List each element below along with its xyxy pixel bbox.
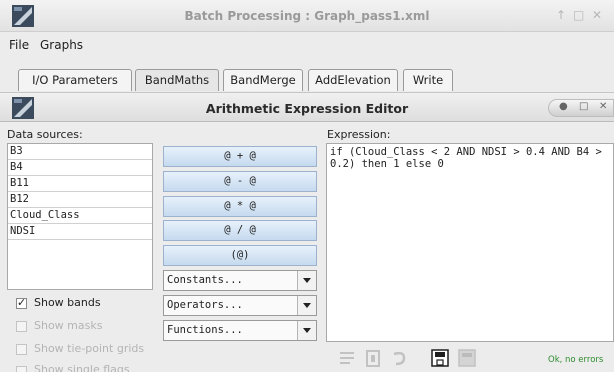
expression-editor[interactable]: if (Cloud_Class < 2 AND NDSI > 0.4 AND B… [326, 143, 614, 342]
data-source-item[interactable]: B12 [8, 192, 152, 208]
chevron-down-icon [303, 303, 311, 308]
divide-operator-button[interactable]: @ / @ [163, 220, 317, 241]
show-masks-label: Show masks [34, 319, 103, 332]
subtract-operator-button[interactable]: @ - @ [163, 171, 317, 192]
chevron-down-icon [303, 328, 311, 333]
expression-text[interactable]: if (Cloud_Class < 2 AND NDSI > 0.4 AND B… [330, 146, 612, 170]
tab-bandmerge[interactable]: BandMerge [223, 69, 303, 91]
add-operator-button[interactable]: @ + @ [163, 146, 317, 167]
tab-addelevation[interactable]: AddElevation [308, 69, 398, 91]
dialog-window-controls: ● □ ✕ [548, 99, 614, 117]
load-expression-icon[interactable] [458, 349, 476, 367]
align-text-icon[interactable] [338, 349, 356, 367]
operators-dropdown-label: Operators... [167, 299, 243, 311]
data-source-item[interactable]: B3 [8, 144, 152, 160]
functions-dropdown[interactable]: Functions... [163, 320, 317, 341]
data-source-item[interactable]: Cloud_Class [8, 208, 152, 224]
menu-bar: File Graphs [0, 33, 614, 57]
data-sources-list: B3 B4 B11 B12 Cloud_Class NDSI [7, 143, 153, 290]
tab-bandmaths[interactable]: BandMaths [135, 69, 219, 91]
menu-graphs[interactable]: Graphs [40, 38, 83, 52]
multiply-operator-button[interactable]: @ * @ [163, 196, 317, 217]
show-single-flags-checkbox[interactable] [16, 366, 27, 372]
paste-icon[interactable] [364, 349, 382, 367]
tab-io-parameters[interactable]: I/O Parameters [18, 69, 132, 91]
undo-icon[interactable] [390, 349, 408, 367]
functions-dropdown-label: Functions... [167, 324, 243, 336]
window-maximize-icon[interactable]: □ [573, 8, 584, 22]
status-text: Ok, no errors [548, 355, 604, 365]
chevron-down-icon [303, 278, 311, 283]
dialog-pin-icon[interactable]: ● [559, 101, 568, 112]
show-single-flags-label: Show single flags [34, 363, 130, 372]
show-masks-checkbox[interactable] [16, 321, 27, 332]
show-tie-point-grids-checkbox[interactable] [16, 344, 27, 355]
expression-label: Expression: [327, 128, 391, 141]
window-title-bar: Batch Processing : Graph_pass1.xml ↑ □ ✕ [0, 0, 614, 32]
constants-dropdown[interactable]: Constants... [163, 270, 317, 291]
dialog-title: Arithmetic Expression Editor [205, 101, 409, 116]
dialog-maximize-icon[interactable]: □ [579, 101, 588, 112]
data-source-item[interactable]: NDSI [8, 224, 152, 240]
tab-bar: I/O Parameters BandMaths BandMerge AddEl… [18, 69, 614, 91]
window-title: Batch Processing : Graph_pass1.xml [184, 9, 430, 23]
constants-dropdown-label: Constants... [167, 274, 243, 286]
tab-write[interactable]: Write [403, 69, 453, 91]
data-source-item[interactable]: B11 [8, 176, 152, 192]
window-pin-icon[interactable]: ↑ [556, 8, 566, 22]
show-bands-label: Show bands [34, 296, 101, 309]
data-source-item[interactable]: B4 [8, 160, 152, 176]
parentheses-operator-button[interactable]: (@) [163, 245, 317, 266]
dialog-title-bar: Arithmetic Expression Editor ● □ ✕ [0, 92, 614, 122]
show-tie-point-grids-label: Show tie-point grids [34, 342, 145, 355]
show-bands-checkbox[interactable] [16, 296, 27, 309]
dialog-close-icon[interactable]: ✕ [599, 101, 607, 112]
data-sources-label: Data sources: [7, 128, 83, 141]
window-close-icon[interactable]: ✕ [592, 8, 602, 22]
operators-dropdown[interactable]: Operators... [163, 295, 317, 316]
save-expression-icon[interactable] [431, 349, 449, 367]
menu-file[interactable]: File [9, 38, 29, 52]
